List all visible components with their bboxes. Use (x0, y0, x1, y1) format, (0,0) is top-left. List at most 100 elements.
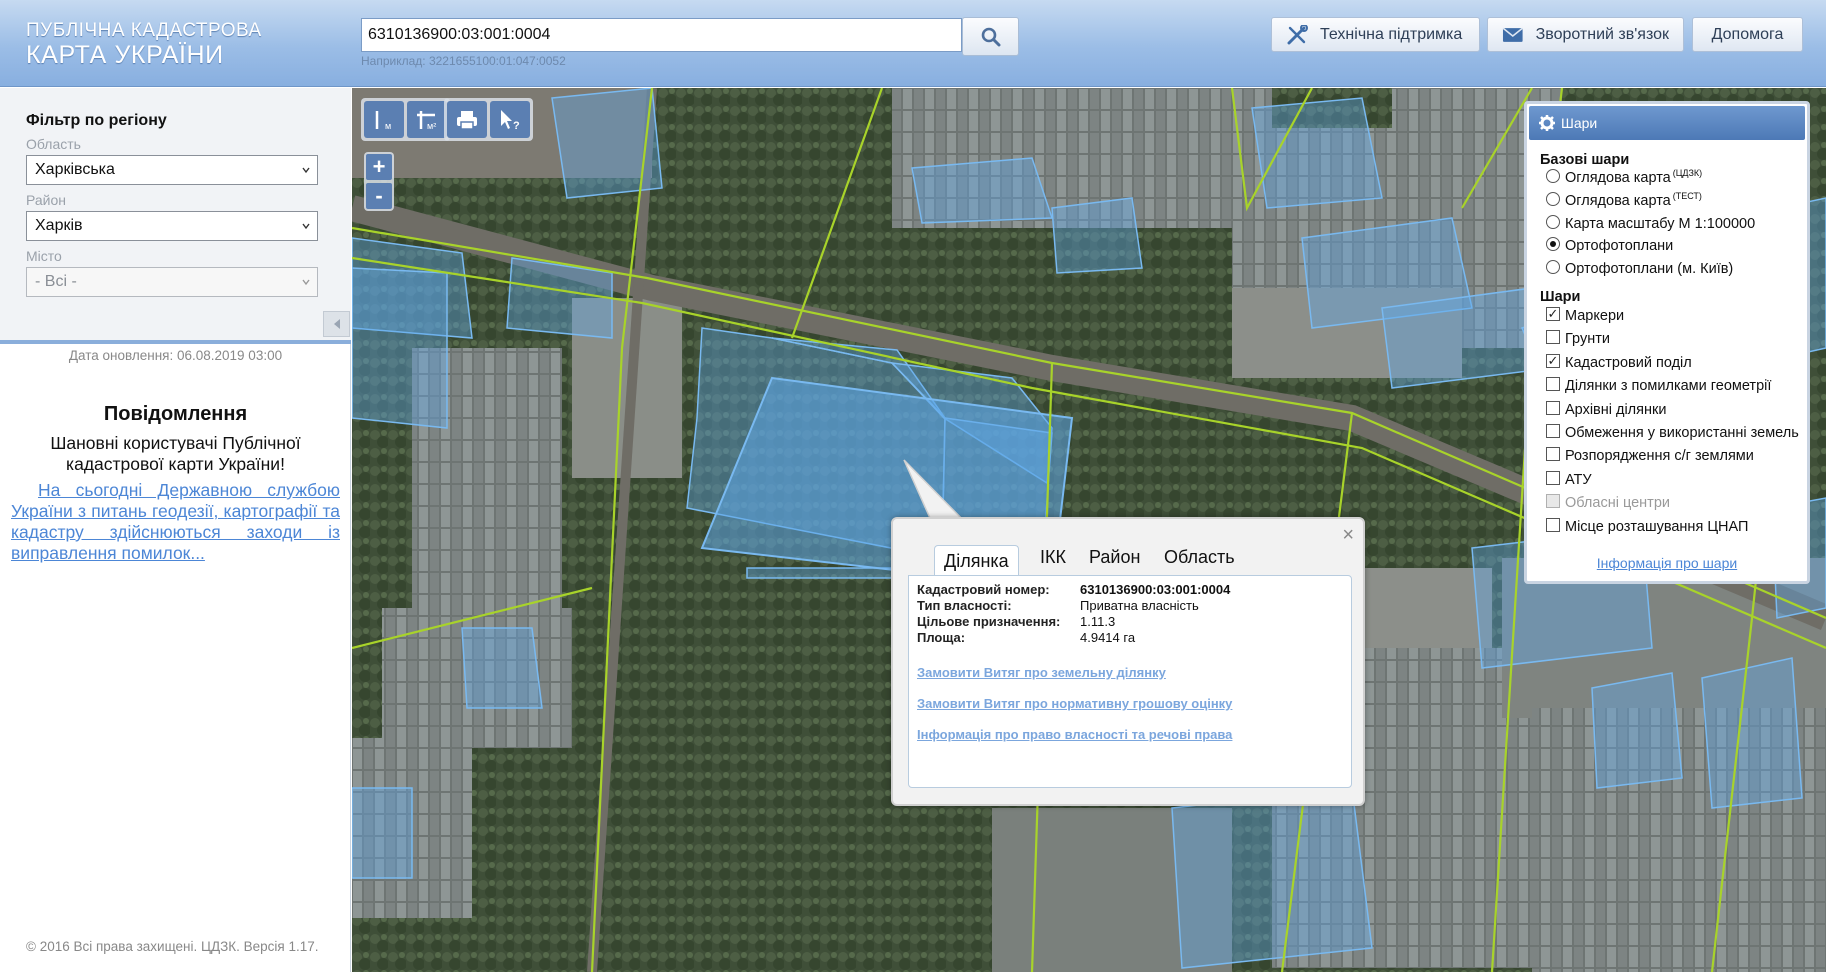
search-hint: Наприклад: 3221655100:01:047:0052 (361, 54, 566, 68)
city-label: Місто (26, 248, 62, 264)
cadastral-number-row: Кадастровий номер: 6310136900:03:001:000… (917, 582, 1230, 597)
tab-parcel[interactable]: Ділянка (934, 545, 1019, 576)
tab-district[interactable]: Район (1080, 542, 1149, 572)
ownership-rights-link[interactable]: Інформація про право власності та речові… (917, 727, 1232, 742)
identify-button[interactable]: ? (490, 101, 530, 138)
collapse-panel-button[interactable] (323, 311, 350, 337)
overlay-layer-option[interactable]: Обмеження у використанні земель (1546, 424, 1799, 441)
checkbox[interactable] (1546, 401, 1560, 415)
radio-button[interactable] (1546, 237, 1560, 251)
order-valuation-extract-link[interactable]: Замовити Витяг про нормативну грошову оц… (917, 696, 1232, 711)
radio-button[interactable] (1546, 215, 1560, 229)
base-layer-source: (ЦДЗК) (1672, 168, 1703, 178)
region-select-value: Харківська (35, 161, 115, 178)
tab-region[interactable]: Область (1155, 542, 1244, 572)
zoom-control: + - (364, 152, 394, 211)
field-label: Цільове призначення: (917, 614, 1061, 629)
overlay-layer-label: АТУ (1565, 472, 1592, 488)
close-icon[interactable]: × (1342, 525, 1354, 545)
radio-button[interactable] (1546, 192, 1560, 206)
search-icon (981, 27, 1000, 46)
radio-button[interactable] (1546, 260, 1560, 274)
overlay-layer-label: Обмеження у використанні земель (1565, 425, 1799, 441)
chevron-down-icon (302, 167, 310, 174)
city-select[interactable]: - Всі - (26, 267, 318, 297)
region-label: Область (26, 136, 81, 152)
measure-distance-button[interactable]: м (364, 101, 404, 138)
parcel-details: Кадастровий номер: 6310136900:03:001:000… (908, 575, 1352, 788)
base-layer-option[interactable]: Ортофотоплани (м. Київ) (1546, 260, 1733, 277)
tab-ikk[interactable]: ІКК (1031, 542, 1075, 572)
message-link[interactable]: На сьогодні Державною службою України з … (11, 480, 340, 564)
ruler-icon: м (375, 110, 391, 131)
parcel-info-popup: × Ділянка ІКК Район Область Кадастровий … (891, 517, 1365, 806)
base-layer-label: Карта масштабу М 1:100000 (1565, 216, 1756, 232)
overlay-layer-option[interactable]: АТУ (1546, 471, 1592, 488)
overlay-layers-heading: Шари (1540, 289, 1581, 305)
app-logo[interactable]: ПУБЛІЧНА КАДАСТРОВА КАРТА УКРАЇНИ (26, 20, 262, 70)
base-layer-source: (ТЕСТ) (1672, 191, 1702, 201)
checkbox[interactable] (1546, 424, 1560, 438)
area-row: Площа: 4.9414 га (917, 630, 1135, 645)
overlay-layer-option[interactable]: Місце розташування ЦНАП (1546, 518, 1749, 535)
field-label: Площа: (917, 630, 966, 645)
area-value: 4.9414 га (1080, 630, 1136, 645)
zoom-out-button[interactable]: - (366, 183, 392, 209)
checkbox[interactable] (1546, 447, 1560, 461)
overlay-layer-option[interactable]: ✓ Маркери (1546, 307, 1625, 324)
printer-icon (457, 110, 477, 130)
base-layer-label: Оглядова карта (1565, 170, 1671, 186)
overlay-layer-label: Маркери (1565, 308, 1625, 324)
base-layer-option[interactable]: Карта масштабу М 1:100000 (1546, 215, 1756, 232)
checkbox[interactable] (1546, 471, 1560, 485)
overlay-layer-option[interactable]: Архівні ділянки (1546, 401, 1667, 418)
overlay-layer-label: Кадастровий поділ (1565, 355, 1692, 371)
overlay-layer-option[interactable]: ✓ Кадастровий поділ (1546, 354, 1692, 371)
base-layer-option[interactable]: Оглядова карта (ЦДЗК) (1546, 168, 1703, 186)
base-layer-label: Ортофотоплани (1565, 238, 1674, 254)
base-layers-heading: Базові шари (1540, 152, 1630, 168)
overlay-layer-option[interactable]: Ділянки з помилками геометрії (1546, 377, 1771, 394)
checkbox[interactable] (1546, 518, 1560, 532)
layers-panel-header[interactable]: Шари (1529, 106, 1805, 140)
overlay-layer-option[interactable]: Розпорядження с/г землями (1546, 447, 1754, 464)
layers-title: Шари (1561, 115, 1598, 131)
base-layer-option[interactable]: Ортофотоплани (1546, 237, 1674, 254)
layers-info-link[interactable]: Інформація про шари (1527, 555, 1807, 571)
zoom-in-button[interactable]: + (366, 154, 392, 180)
base-layer-option[interactable]: Оглядова карта (ТЕСТ) (1546, 191, 1702, 209)
measure-tools: м м² (361, 98, 450, 141)
checkbox-checked[interactable]: ✓ (1546, 354, 1560, 368)
measure-area-button[interactable]: м² (407, 101, 447, 138)
order-land-extract-link[interactable]: Замовити Витяг про земельну ділянку (917, 665, 1166, 680)
cadastral-search-input[interactable] (361, 18, 962, 52)
print-button[interactable] (447, 101, 487, 138)
field-label: Тип власності: (917, 598, 1012, 613)
overlay-layer-label: Грунти (1565, 331, 1610, 347)
message-greeting: Шановні користувачі Публічної кадастрово… (50, 433, 301, 474)
overlay-layer-option[interactable]: Грунти (1546, 330, 1610, 347)
radio-button[interactable] (1546, 169, 1560, 183)
region-filter: Фільтр по регіону Область Харківська Рай… (0, 88, 351, 344)
area-icon: м² (417, 110, 436, 131)
feedback-button[interactable]: Зворотний зв'язок (1487, 17, 1684, 52)
district-select[interactable]: Харків (26, 211, 318, 241)
logo-line-1: ПУБЛІЧНА КАДАСТРОВА (26, 20, 262, 41)
triangle-left-icon (333, 319, 340, 329)
checkbox[interactable] (1546, 330, 1560, 344)
ownership-type-value: Приватна власність (1080, 598, 1199, 613)
overlay-layer-label: Архівні ділянки (1565, 402, 1667, 418)
feedback-label: Зворотний зв'язок (1535, 25, 1669, 43)
checkbox-checked[interactable]: ✓ (1546, 307, 1560, 321)
region-select[interactable]: Харківська (26, 155, 318, 185)
help-button[interactable]: Допомога (1692, 17, 1803, 52)
envelope-icon (1502, 27, 1524, 42)
base-layer-label: Оглядова карта (1565, 193, 1671, 209)
checkbox[interactable] (1546, 377, 1560, 391)
city-select-value: - Всі - (35, 273, 77, 290)
district-select-value: Харків (35, 217, 83, 234)
tech-support-button[interactable]: Технічна підтримка (1271, 17, 1480, 52)
chevron-down-icon (302, 223, 310, 230)
search-button[interactable] (962, 17, 1019, 56)
overlay-layer-label: Місце розташування ЦНАП (1565, 519, 1749, 535)
